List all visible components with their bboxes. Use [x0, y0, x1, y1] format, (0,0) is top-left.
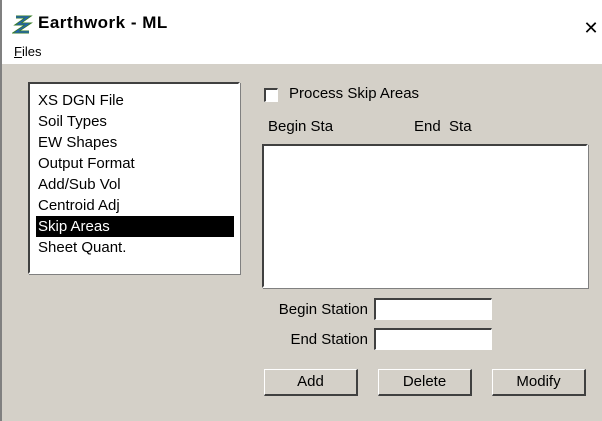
- skip-areas-list[interactable]: [262, 144, 588, 288]
- list-item-ew-shapes[interactable]: EW Shapes: [36, 132, 234, 153]
- close-button[interactable]: ✕: [580, 18, 602, 38]
- earthwork-dialog: Earthwork - ML ✕ Files XS DGN File Soil …: [0, 0, 602, 421]
- menu-files[interactable]: Files: [14, 44, 41, 59]
- list-item-centroid-adj[interactable]: Centroid Adj: [36, 195, 234, 216]
- close-icon: ✕: [583, 18, 599, 38]
- add-button[interactable]: Add: [264, 369, 358, 396]
- menu-files-mnemonic: F: [14, 44, 22, 59]
- list-item-xs-dgn-file[interactable]: XS DGN File: [36, 90, 234, 111]
- list-item-output-format[interactable]: Output Format: [36, 153, 234, 174]
- menu-bar: Files: [2, 40, 602, 64]
- process-skip-areas-checkbox[interactable]: [264, 88, 278, 102]
- begin-station-input[interactable]: [374, 298, 492, 320]
- process-skip-areas-label[interactable]: Process Skip Areas: [289, 85, 419, 102]
- end-station-label: End Station: [290, 331, 368, 348]
- window-title: Earthwork - ML: [38, 13, 168, 32]
- list-item-add-sub-vol[interactable]: Add/Sub Vol: [36, 174, 234, 195]
- bentley-b-icon: [12, 14, 33, 34]
- menu-files-label: iles: [21, 44, 42, 59]
- title-bar: Earthwork - ML ✕: [2, 0, 602, 40]
- delete-button[interactable]: Delete: [378, 369, 472, 396]
- list-item-skip-areas[interactable]: Skip Areas: [36, 216, 234, 237]
- end-station-input[interactable]: [374, 328, 492, 350]
- column-header-begin-sta: Begin Sta: [268, 118, 334, 135]
- modify-button[interactable]: Modify: [492, 369, 586, 396]
- list-item-sheet-quant[interactable]: Sheet Quant.: [36, 237, 234, 258]
- options-listbox[interactable]: XS DGN File Soil Types EW Shapes Output …: [28, 82, 240, 274]
- column-header-end-sta: End Sta: [414, 118, 472, 135]
- list-item-soil-types[interactable]: Soil Types: [36, 111, 234, 132]
- begin-station-label: Begin Station: [278, 301, 368, 318]
